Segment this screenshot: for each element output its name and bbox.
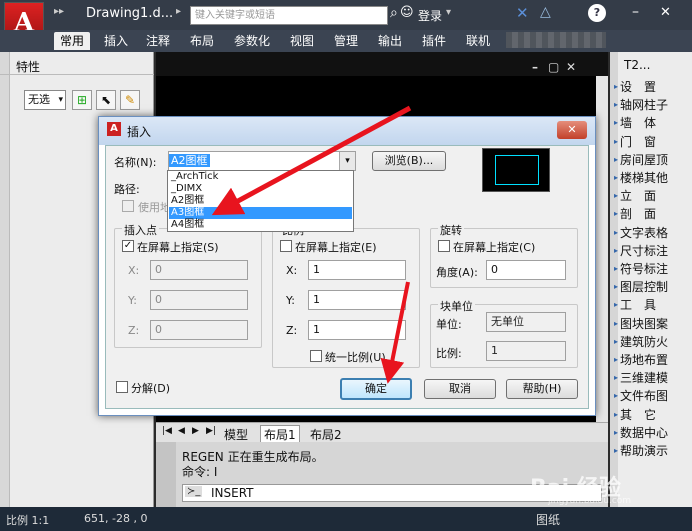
watermark-sub: jingyan.baidu.com — [548, 496, 632, 506]
annotation-arrow-2 — [380, 281, 410, 384]
annotation-arrow-1 — [211, 105, 412, 216]
annotation-arrows — [211, 105, 412, 384]
